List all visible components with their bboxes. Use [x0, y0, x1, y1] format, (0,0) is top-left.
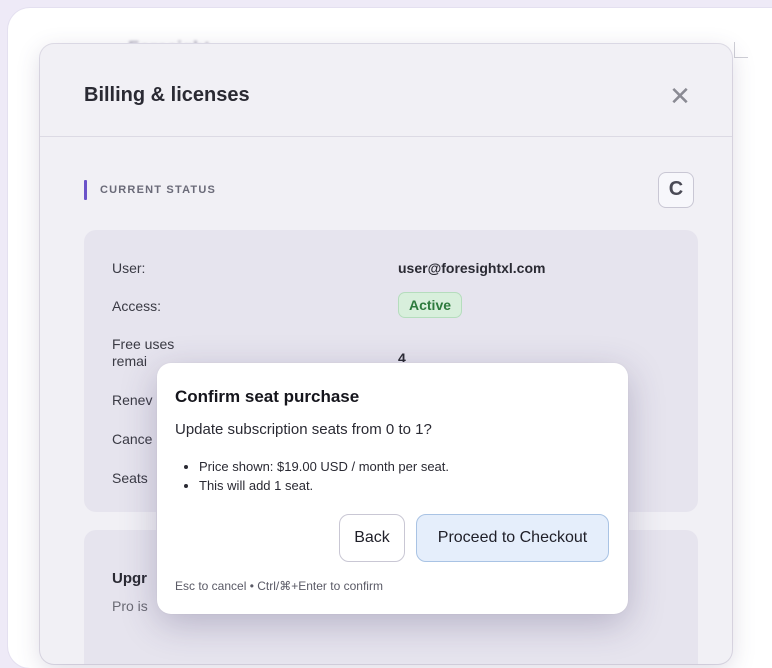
- renew-label: Renev: [112, 392, 153, 408]
- keyboard-hint: Esc to cancel • Ctrl/⌘+Enter to confirm: [175, 579, 383, 593]
- confirm-dialog: Confirm seat purchase Update subscriptio…: [157, 363, 628, 614]
- cancel-label: Cance: [112, 431, 153, 447]
- bullet-price: Price shown: $19.00 USD / month per seat…: [199, 457, 449, 476]
- seats-label: Seats: [112, 470, 148, 486]
- divider: [734, 57, 748, 58]
- dialog-message: Update subscription seats from 0 to 1?: [175, 421, 432, 438]
- panel-title: Billing & licenses: [84, 84, 250, 106]
- user-label: User:: [112, 260, 146, 276]
- section-label: CURRENT STATUS: [100, 184, 216, 196]
- proceed-to-checkout-button[interactable]: Proceed to Checkout: [416, 514, 609, 562]
- bullet-seat: This will add 1 seat.: [199, 476, 449, 495]
- refresh-icon[interactable]: C: [658, 172, 694, 208]
- upgrade-text: Pro is: [112, 598, 148, 614]
- panel-header: Billing & licenses ✕: [40, 44, 732, 137]
- divider: [734, 42, 735, 58]
- dialog-title: Confirm seat purchase: [175, 387, 360, 406]
- dialog-bullets: Price shown: $19.00 USD / month per seat…: [173, 457, 449, 495]
- back-button[interactable]: Back: [339, 514, 405, 562]
- user-value: user@foresightxl.com: [398, 260, 546, 276]
- upgrade-title: Upgr: [112, 570, 147, 587]
- close-icon[interactable]: ✕: [666, 82, 694, 110]
- section-accent-bar: [84, 180, 87, 200]
- access-label: Access:: [112, 298, 162, 314]
- status-badge: Active: [398, 292, 463, 318]
